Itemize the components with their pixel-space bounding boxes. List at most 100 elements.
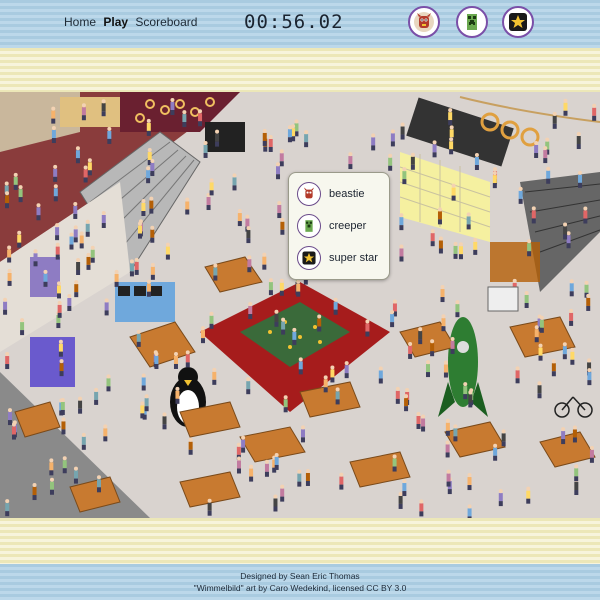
crowd-person — [543, 146, 548, 164]
crowd-person — [146, 279, 151, 297]
crowd-person — [212, 367, 217, 385]
crowd-person — [572, 425, 577, 443]
crowd-person — [445, 418, 450, 436]
crowd-person — [232, 173, 237, 191]
crowd-person — [399, 213, 404, 231]
crowd-person — [402, 167, 407, 185]
crowd-person — [279, 149, 284, 167]
crowd-person — [20, 318, 25, 336]
crowd-person — [185, 350, 190, 368]
popup-item-beastie[interactable]: beastie — [297, 181, 364, 207]
crowd-person — [518, 186, 523, 204]
crowd-person — [583, 206, 588, 224]
crowd-person — [498, 489, 503, 507]
crowd-person — [365, 319, 370, 337]
crowd-person — [107, 126, 112, 144]
wimmelbild-scene[interactable]: beastie creeper super star — [0, 92, 600, 518]
art-credit: "Wimmelbild" art by Caro Wedekind, licen… — [193, 583, 407, 593]
beastie-icon — [414, 12, 434, 32]
crowd-person — [57, 300, 62, 318]
crowd-person — [73, 201, 78, 219]
crowd-person — [213, 263, 218, 281]
target-super-star-button[interactable] — [502, 6, 534, 38]
crowd-person — [150, 159, 155, 177]
crowd-person — [467, 473, 472, 491]
crowd-person — [493, 443, 498, 461]
target-beastie-button[interactable] — [408, 6, 440, 38]
crowd-person — [81, 432, 86, 450]
sign-board — [205, 122, 245, 152]
crowd-person — [587, 368, 592, 386]
crowd-person — [546, 166, 551, 184]
crowd-person — [392, 299, 397, 317]
crowd-person — [11, 422, 16, 440]
crowd-person — [279, 278, 284, 296]
crowd-person — [56, 281, 61, 299]
crowd-person — [149, 196, 154, 214]
footer-credits: Designed by Sean Eric Thomas "Wimmelbild… — [0, 570, 600, 594]
crowd-person — [103, 424, 108, 442]
crowd-person — [249, 464, 254, 482]
crowd-person — [426, 360, 431, 378]
crowd-person — [51, 106, 56, 124]
top-spacer — [0, 48, 600, 92]
crowd-person — [76, 257, 81, 275]
crowd-person — [96, 475, 101, 493]
crowd-person — [75, 146, 80, 164]
crowd-person — [209, 178, 214, 196]
crowd-person — [7, 268, 12, 286]
crowd-person — [17, 230, 22, 248]
crowd-person — [574, 464, 579, 482]
crowd-person — [280, 484, 285, 502]
targets-popup: beastie creeper super star — [288, 172, 390, 280]
crowd-person — [146, 166, 151, 184]
crowd-person — [188, 437, 193, 455]
crowd-person — [274, 452, 279, 470]
crowd-person — [215, 129, 220, 147]
crowd-person — [524, 290, 529, 308]
designer-credit: Designed by Sean Eric Thomas — [240, 571, 360, 581]
nav-scoreboard-link[interactable]: Scoreboard — [135, 15, 197, 29]
crowd-person — [264, 459, 269, 477]
crowd-person — [371, 133, 376, 151]
scene-artwork[interactable] — [0, 92, 600, 518]
crowd-person — [418, 327, 423, 345]
main-nav: Home Play Scoreboard — [64, 15, 201, 29]
crowd-person — [395, 386, 400, 404]
crowd-person — [438, 236, 443, 254]
super-star-icon — [297, 246, 321, 270]
crowd-person — [236, 456, 241, 474]
crowd-person — [515, 366, 520, 384]
crowd-person — [94, 387, 99, 405]
crowd-person — [304, 130, 309, 148]
nav-home-link[interactable]: Home — [64, 15, 96, 29]
target-creeper-button[interactable] — [456, 6, 488, 38]
crowd-person — [280, 217, 285, 235]
crowd-person — [137, 221, 142, 239]
crowd-person — [5, 499, 10, 517]
crowd-person — [298, 357, 303, 375]
crowd-person — [198, 109, 203, 127]
top-bar: Home Play Scoreboard 00:56.02 — [0, 0, 600, 48]
crowd-person — [463, 382, 468, 400]
crowd-person — [283, 395, 288, 413]
crowd-person — [90, 245, 95, 263]
beastie-icon — [297, 182, 321, 206]
crowd-person — [3, 297, 8, 315]
nav-play-link[interactable]: Play — [103, 15, 128, 29]
crowd-person — [563, 98, 568, 116]
crowd-person — [402, 479, 407, 497]
crowd-person — [58, 339, 63, 357]
crowd-person — [262, 252, 267, 270]
crowd-person — [400, 122, 405, 140]
crowd-person — [586, 293, 591, 311]
crowd-person — [81, 103, 86, 121]
crowd-person — [101, 99, 106, 117]
crowd-person — [419, 499, 424, 517]
popup-item-super-star[interactable]: super star — [297, 245, 378, 271]
popup-item-creeper[interactable]: creeper — [297, 213, 366, 239]
crowd-person — [501, 429, 506, 447]
crowd-person — [453, 241, 458, 259]
super-star-icon — [509, 13, 527, 31]
crowd-person — [589, 445, 594, 463]
